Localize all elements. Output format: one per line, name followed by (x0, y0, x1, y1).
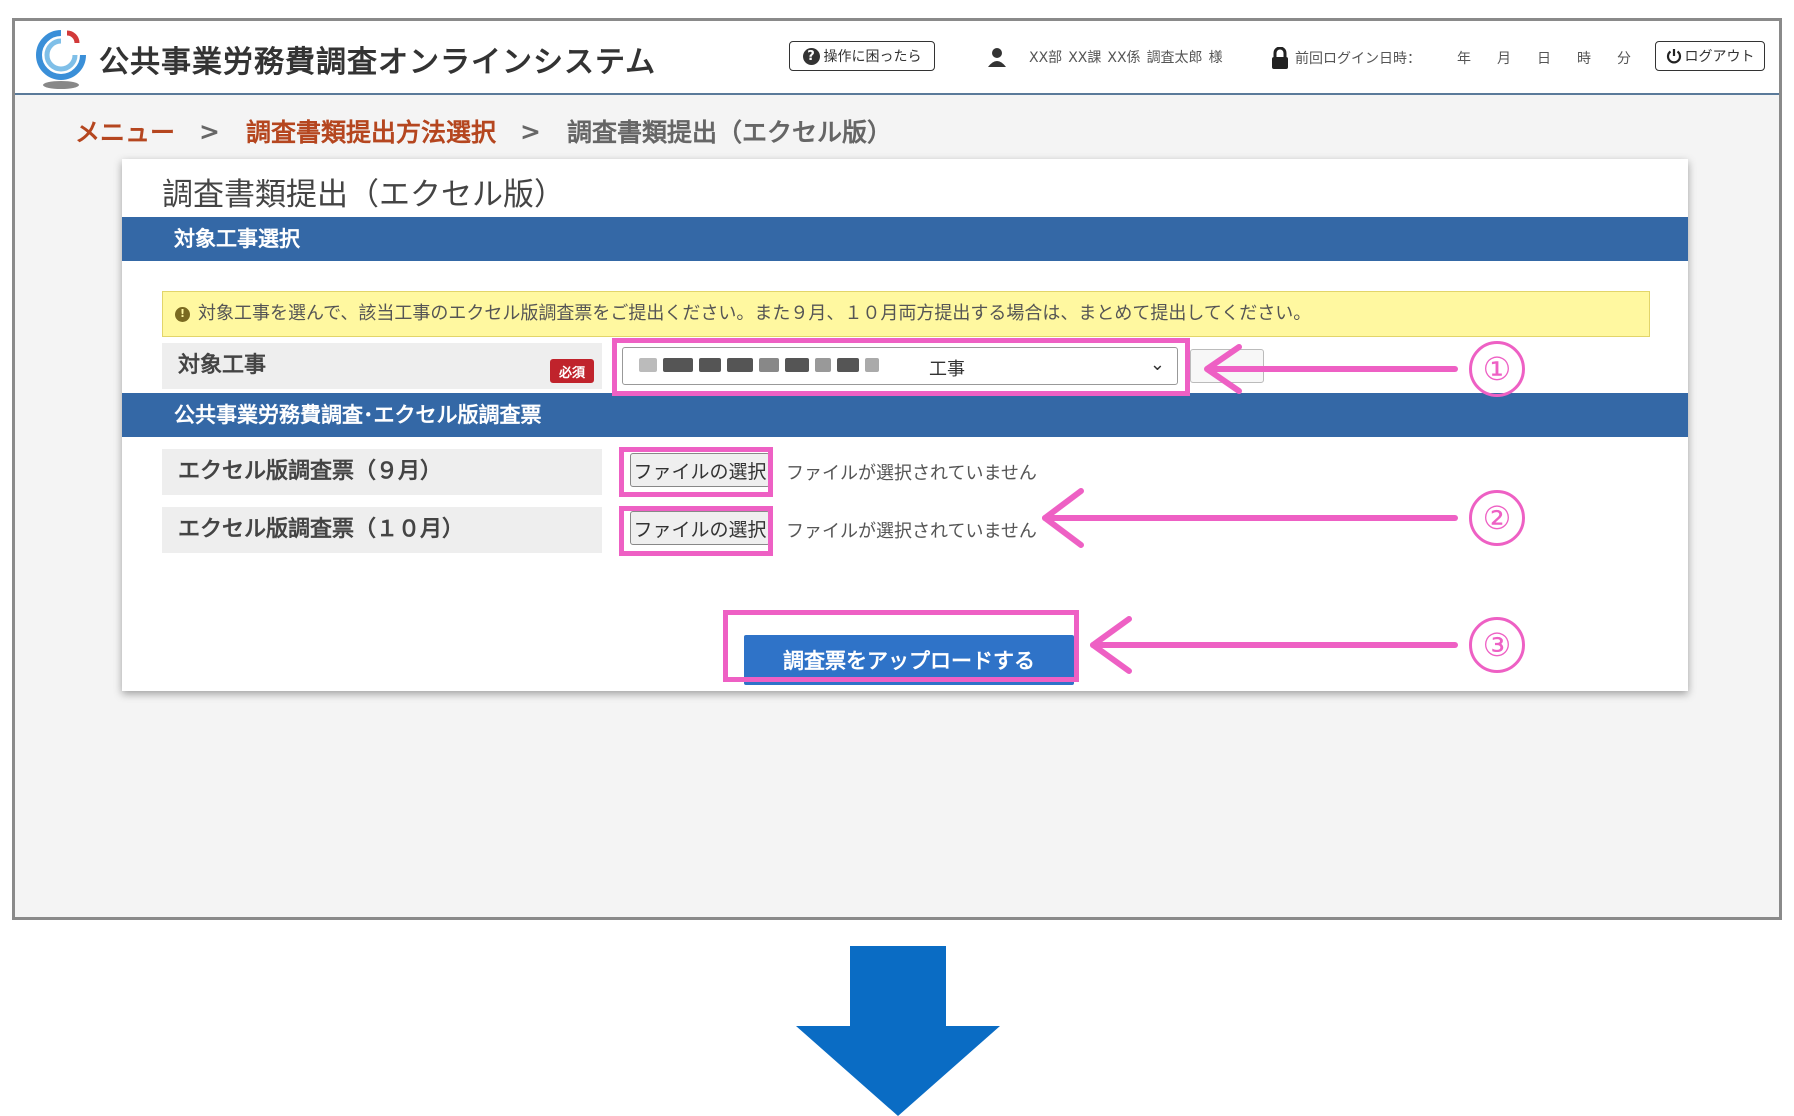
screenshot-frame: 公共事業労務費調査オンラインシステム ? 操作に困ったら XX部 XX課 XX係… (12, 18, 1782, 920)
annotation-arrows (1042, 344, 1458, 674)
callout-3: ③ (1469, 617, 1525, 673)
callout-2: ② (1469, 490, 1525, 546)
down-arrow-icon (796, 946, 1000, 1116)
callout-1: ① (1469, 341, 1525, 397)
